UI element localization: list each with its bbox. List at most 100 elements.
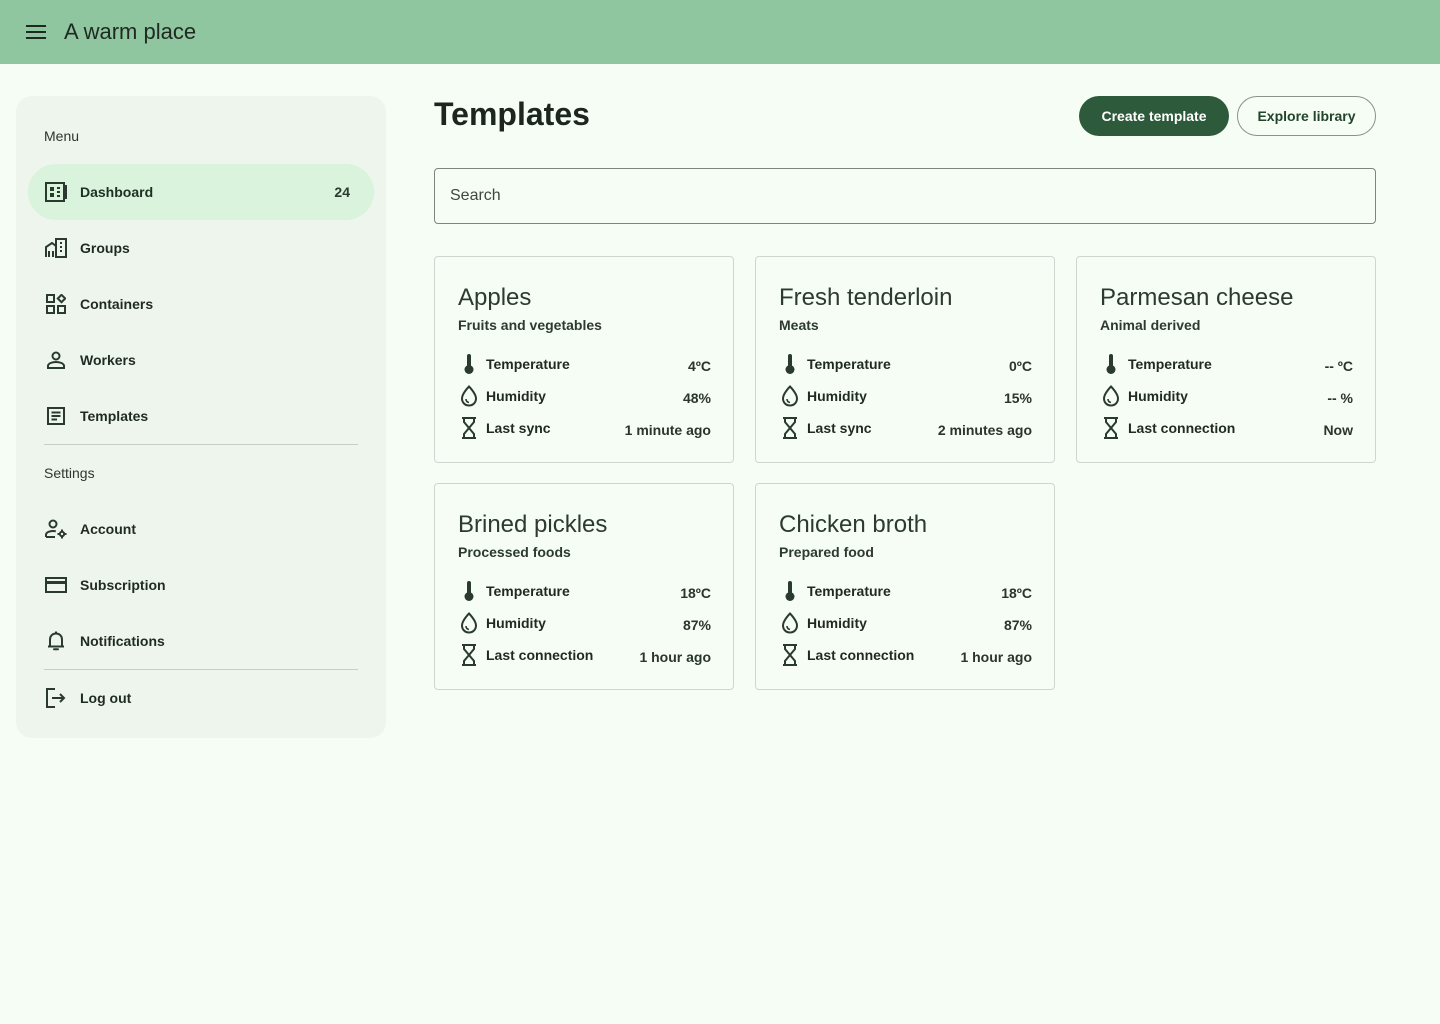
top-app-bar: A warm place — [0, 0, 1440, 64]
containers-icon — [44, 292, 68, 316]
sidebar-item-subscription[interactable]: Subscription — [28, 557, 374, 613]
hourglass-icon — [1100, 417, 1122, 439]
row-label: Humidity — [807, 615, 867, 631]
thermometer-icon — [1100, 353, 1122, 375]
row-value: -- % — [1327, 390, 1353, 406]
sidebar-divider — [44, 444, 358, 445]
row-value: 0ºC — [1008, 358, 1032, 374]
row-value: -- ºC — [1324, 358, 1353, 374]
water-drop-icon — [779, 612, 801, 634]
row-value: 87% — [682, 617, 711, 633]
card-subtitle: Animal derived — [1100, 317, 1201, 333]
sidebar-item-groups[interactable]: Groups — [28, 220, 374, 276]
sidebar-item-templates[interactable]: Templates — [28, 388, 374, 444]
sidebar-item-label: Account — [80, 521, 136, 537]
row-value: 87% — [1003, 617, 1032, 633]
thermometer-icon — [458, 353, 480, 375]
row-label: Temperature — [486, 583, 570, 599]
sidebar-item-dashboard[interactable]: Dashboard 24 — [28, 164, 374, 220]
menu-section-label: Menu — [44, 128, 80, 144]
sidebar-item-label: Subscription — [80, 577, 166, 593]
water-drop-icon — [779, 385, 801, 407]
card-title: Chicken broth — [779, 511, 928, 538]
row-value: 18ºC — [1001, 585, 1032, 601]
bell-icon — [44, 629, 68, 653]
dashboard-count-badge: 24 — [334, 184, 350, 200]
groups-icon — [44, 236, 68, 260]
page-title: Templates — [434, 96, 590, 132]
sidebar-item-workers[interactable]: Workers — [28, 332, 374, 388]
sidebar-item-label: Containers — [80, 296, 154, 312]
person-icon — [44, 348, 68, 372]
last-sync-row: Last connection 1 hour ago — [779, 643, 1032, 667]
humidity-row: Humidity -- % — [1100, 384, 1353, 408]
app-title: A warm place — [64, 19, 197, 44]
last-sync-row: Last sync 1 minute ago — [458, 416, 711, 440]
create-template-button[interactable]: Create template — [1079, 96, 1229, 136]
row-label: Last sync — [807, 420, 872, 436]
row-label: Humidity — [807, 388, 867, 404]
temperature-row: Temperature 18ºC — [779, 579, 1032, 603]
card-subtitle: Processed foods — [458, 544, 571, 560]
row-label: Humidity — [486, 388, 546, 404]
sidebar-item-label: Templates — [80, 408, 149, 424]
template-card[interactable]: Fresh tenderloin Meats Temperature 0ºC H… — [755, 256, 1055, 463]
settings-section-label: Settings — [44, 465, 95, 481]
sidebar-item-account[interactable]: Account — [28, 501, 374, 557]
hamburger-menu-icon[interactable] — [24, 20, 48, 44]
sidebar-item-logout[interactable]: Log out — [28, 670, 374, 726]
thermometer-icon — [779, 353, 801, 375]
hourglass-icon — [779, 644, 801, 666]
row-label: Temperature — [807, 583, 891, 599]
thermometer-icon — [779, 580, 801, 602]
row-label: Last sync — [486, 420, 551, 436]
sidebar-item-label: Groups — [80, 240, 130, 256]
water-drop-icon — [1100, 385, 1122, 407]
sidebar-item-notifications[interactable]: Notifications — [28, 613, 374, 669]
card-title: Apples — [458, 284, 532, 311]
card-title: Fresh tenderloin — [779, 284, 953, 311]
water-drop-icon — [458, 612, 480, 634]
card-title: Parmesan cheese — [1100, 284, 1294, 311]
dashboard-icon — [44, 180, 68, 204]
row-label: Last connection — [1128, 420, 1236, 436]
humidity-row: Humidity 48% — [458, 384, 711, 408]
row-value: 15% — [1003, 390, 1032, 406]
row-value: Now — [1323, 422, 1353, 438]
temperature-row: Temperature 0ºC — [779, 352, 1032, 376]
row-value: 4ºC — [687, 358, 711, 374]
last-sync-row: Last connection Now — [1100, 416, 1353, 440]
row-label: Last connection — [807, 647, 915, 663]
template-card[interactable]: Brined pickles Processed foods Temperatu… — [434, 483, 734, 690]
row-value: 2 minutes ago — [937, 422, 1032, 438]
templates-icon — [44, 404, 68, 428]
row-label: Temperature — [486, 356, 570, 372]
hourglass-icon — [458, 644, 480, 666]
sidebar-item-containers[interactable]: Containers — [28, 276, 374, 332]
row-label: Humidity — [486, 615, 546, 631]
card-subtitle: Meats — [779, 317, 819, 333]
row-label: Humidity — [1128, 388, 1188, 404]
last-sync-row: Last sync 2 minutes ago — [779, 416, 1032, 440]
search-input[interactable] — [434, 168, 1376, 224]
explore-library-button[interactable]: Explore library — [1237, 96, 1376, 136]
sidebar: Menu Dashboard 24 Groups Containers Work… — [16, 96, 386, 738]
card-subtitle: Fruits and vegetables — [458, 317, 602, 333]
temperature-row: Temperature -- ºC — [1100, 352, 1353, 376]
template-card[interactable]: Apples Fruits and vegetables Temperature… — [434, 256, 734, 463]
template-card[interactable]: Parmesan cheese Animal derived Temperatu… — [1076, 256, 1376, 463]
row-label: Temperature — [807, 356, 891, 372]
card-title: Brined pickles — [458, 511, 608, 538]
row-value: 1 hour ago — [960, 649, 1032, 665]
hourglass-icon — [779, 417, 801, 439]
humidity-row: Humidity 87% — [458, 611, 711, 635]
row-value: 48% — [682, 390, 711, 406]
logout-icon — [44, 686, 68, 710]
water-drop-icon — [458, 385, 480, 407]
humidity-row: Humidity 15% — [779, 384, 1032, 408]
humidity-row: Humidity 87% — [779, 611, 1032, 635]
template-card[interactable]: Chicken broth Prepared food Temperature … — [755, 483, 1055, 690]
row-value: 1 hour ago — [639, 649, 711, 665]
row-label: Last connection — [486, 647, 594, 663]
temperature-row: Temperature 18ºC — [458, 579, 711, 603]
